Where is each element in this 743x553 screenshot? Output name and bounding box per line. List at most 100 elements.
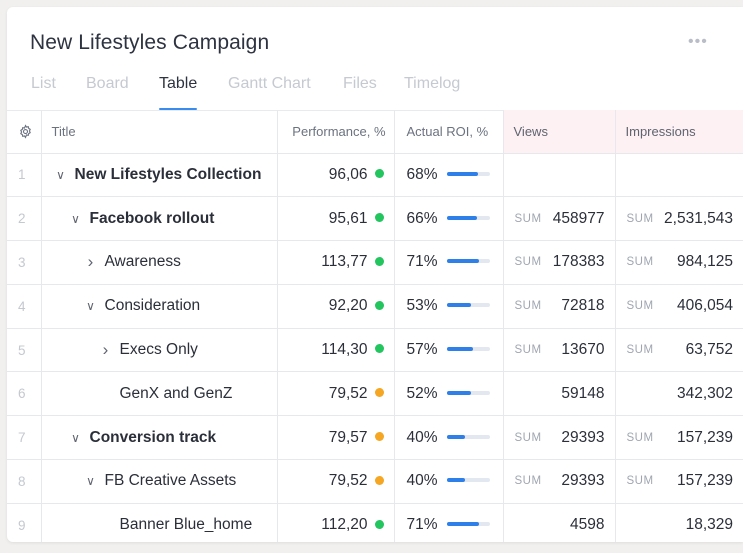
gear-icon[interactable] xyxy=(18,124,33,139)
sum-label: SUM xyxy=(626,344,654,357)
roi-value: 52% xyxy=(406,384,438,402)
table-row[interactable]: 7 ∨ Conversion track 79,57 40% SUM 29393 SUM 157… xyxy=(7,415,743,461)
column-header-performance[interactable]: Performance, % xyxy=(277,110,395,154)
chevron-right-icon[interactable]: › xyxy=(84,252,98,272)
title-cell[interactable]: ∨ Facebook rollout xyxy=(41,196,278,242)
performance-cell[interactable]: 96,06 xyxy=(277,153,395,198)
table-row[interactable]: 4 ∨ Consideration 92,20 53% SUM 72818 SUM 406,05… xyxy=(7,284,743,329)
row-number: 1 xyxy=(7,153,42,198)
chevron-down-icon[interactable]: ∨ xyxy=(84,474,98,488)
performance-value: 114,30 xyxy=(321,341,368,359)
roi-cell[interactable]: 57% xyxy=(394,328,504,373)
table-row[interactable]: 3 › Awareness 113,77 71% SUM 178383 SUM 984,125 xyxy=(7,240,743,285)
title-cell[interactable]: Banner Blue_home xyxy=(41,503,278,542)
table-row[interactable]: 9 Banner Blue_home 112,20 71% 4598 18,329 xyxy=(7,503,743,542)
chevron-down-icon[interactable]: ∨ xyxy=(54,168,68,182)
performance-cell[interactable]: 112,20 xyxy=(277,503,395,542)
performance-cell[interactable]: 79,52 xyxy=(277,371,395,417)
more-options-icon[interactable]: ••• xyxy=(688,33,708,51)
performance-cell[interactable]: 114,30 xyxy=(277,328,395,373)
sum-label: SUM xyxy=(514,344,542,357)
column-header-views[interactable]: Views xyxy=(503,110,616,154)
views-cell[interactable]: 4598 xyxy=(503,503,616,542)
title-cell[interactable]: › Execs Only xyxy=(41,328,278,373)
impressions-cell[interactable]: SUM 984,125 xyxy=(615,240,743,285)
views-cell[interactable]: SUM 458977 xyxy=(503,196,616,242)
roi-cell[interactable]: 71% xyxy=(394,503,504,542)
roi-progress-fill xyxy=(446,346,473,351)
roi-cell[interactable]: 52% xyxy=(394,371,504,417)
performance-value: 113,77 xyxy=(321,253,368,271)
chevron-right-icon[interactable]: › xyxy=(99,340,113,360)
tab-gantt-chart[interactable]: Gantt Chart xyxy=(228,75,311,93)
roi-cell[interactable]: 68% xyxy=(394,153,504,198)
impressions-cell[interactable]: SUM 157,239 xyxy=(615,415,743,461)
tab-timelog[interactable]: Timelog xyxy=(404,75,460,93)
roi-progress-bar xyxy=(446,346,490,351)
roi-value: 66% xyxy=(406,209,438,227)
title-cell[interactable]: ∨ Conversion track xyxy=(41,415,278,461)
impressions-cell[interactable]: SUM 63,752 xyxy=(615,328,743,373)
column-header-impressions[interactable]: Impressions xyxy=(615,110,743,154)
roi-cell[interactable]: 71% xyxy=(394,240,504,285)
status-dot-icon xyxy=(374,475,384,485)
roi-cell[interactable]: 40% xyxy=(394,459,504,504)
impressions-value: 342,302 xyxy=(676,384,733,402)
chevron-down-icon[interactable]: ∨ xyxy=(84,299,98,313)
impressions-cell[interactable]: SUM 157,239 xyxy=(615,459,743,504)
title-cell[interactable]: › Awareness xyxy=(41,240,278,285)
title-cell[interactable]: ∨ FB Creative Assets xyxy=(41,459,278,504)
table-settings-cell[interactable] xyxy=(7,110,42,154)
performance-cell[interactable]: 113,77 xyxy=(277,240,395,285)
performance-cell[interactable]: 95,61 xyxy=(277,196,395,242)
impressions-cell[interactable] xyxy=(615,153,743,198)
sum-label: SUM xyxy=(626,300,654,313)
views-cell[interactable]: SUM 29393 xyxy=(503,415,616,461)
table-row[interactable]: 2 ∨ Facebook rollout 95,61 66% SUM 458977 SUM 2,… xyxy=(7,196,743,242)
status-dot-icon xyxy=(374,256,384,266)
title-cell[interactable]: GenX and GenZ xyxy=(41,371,278,417)
views-value: 29393 xyxy=(561,472,605,490)
impressions-cell[interactable]: 342,302 xyxy=(615,371,743,417)
sum-label: SUM xyxy=(626,212,654,225)
views-cell[interactable]: SUM 13670 xyxy=(503,328,616,373)
tab-board[interactable]: Board xyxy=(86,75,129,93)
sum-label: SUM xyxy=(514,300,542,313)
views-value: 458977 xyxy=(552,209,605,227)
row-number: 2 xyxy=(7,196,42,242)
tab-table[interactable]: Table xyxy=(159,75,198,110)
roi-progress-fill xyxy=(446,303,471,308)
views-cell[interactable]: SUM 72818 xyxy=(503,284,616,329)
column-header-title[interactable]: Title xyxy=(41,110,278,154)
chevron-down-icon[interactable]: ∨ xyxy=(69,431,83,445)
views-cell[interactable]: SUM 29393 xyxy=(503,459,616,504)
performance-cell[interactable]: 92,20 xyxy=(277,284,395,329)
views-value: 13670 xyxy=(561,341,605,359)
tab-files[interactable]: Files xyxy=(343,75,377,93)
views-cell[interactable]: 59148 xyxy=(503,371,616,417)
title-cell[interactable]: ∨ New Lifestyles Collection xyxy=(41,153,278,198)
column-header-roi[interactable]: Actual ROI, % xyxy=(394,110,504,154)
roi-value: 71% xyxy=(406,253,438,271)
table-row[interactable]: 8 ∨ FB Creative Assets 79,52 40% SUM 29393 SUM 1… xyxy=(7,459,743,504)
impressions-value: 157,239 xyxy=(676,428,733,446)
roi-cell[interactable]: 53% xyxy=(394,284,504,329)
performance-cell[interactable]: 79,52 xyxy=(277,459,395,504)
table-row[interactable]: 6 GenX and GenZ 79,52 52% 59148 342,302 xyxy=(7,371,743,417)
table-row[interactable]: 5 › Execs Only 114,30 57% SUM 13670 SUM 63,752 xyxy=(7,328,743,373)
impressions-cell[interactable]: SUM 406,054 xyxy=(615,284,743,329)
roi-cell[interactable]: 66% xyxy=(394,196,504,242)
tab-list[interactable]: List xyxy=(31,75,56,93)
title-cell[interactable]: ∨ Consideration xyxy=(41,284,278,329)
views-cell[interactable] xyxy=(503,153,616,198)
chevron-down-icon[interactable]: ∨ xyxy=(69,212,83,226)
impressions-cell[interactable]: SUM 2,531,543 xyxy=(615,196,743,242)
views-value: 4598 xyxy=(570,516,605,534)
views-value: 59148 xyxy=(561,384,605,402)
roi-cell[interactable]: 40% xyxy=(394,415,504,461)
status-dot-icon xyxy=(374,432,384,442)
views-cell[interactable]: SUM 178383 xyxy=(503,240,616,285)
table-row[interactable]: 1 ∨ New Lifestyles Collection 96,06 68% xyxy=(7,153,743,198)
impressions-cell[interactable]: 18,329 xyxy=(615,503,743,542)
performance-cell[interactable]: 79,57 xyxy=(277,415,395,461)
